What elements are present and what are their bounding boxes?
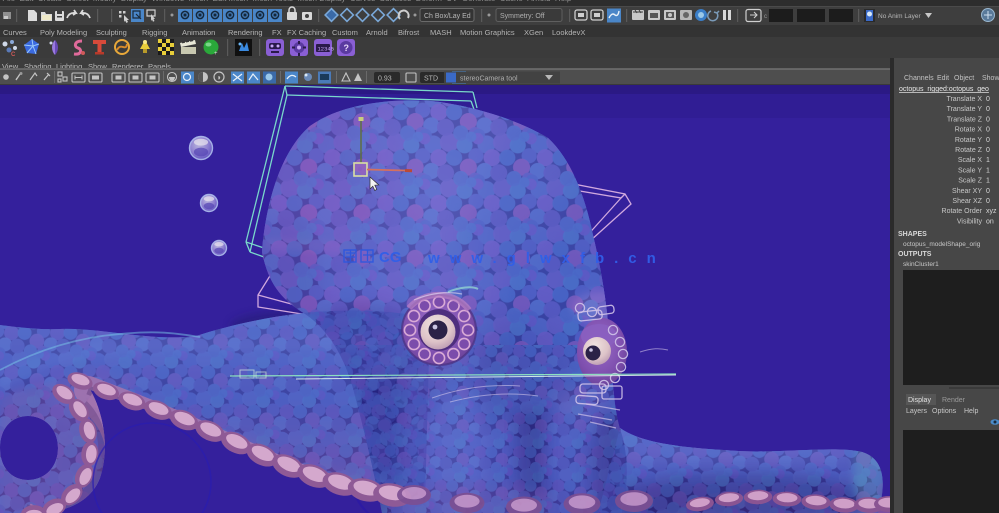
- svg-text:Animation: Animation: [182, 28, 215, 37]
- svg-text:Show: Show: [982, 75, 999, 82]
- svg-text:0: 0: [986, 106, 990, 113]
- svg-text:c: c: [764, 14, 767, 20]
- svg-text:Scale Z: Scale Z: [958, 178, 982, 185]
- svg-text:1: 1: [986, 178, 990, 185]
- svg-text:Layers: Layers: [906, 408, 928, 415]
- svg-text:octopus_rigged:octopus_geo: octopus_rigged:octopus_geo: [899, 86, 989, 93]
- svg-text:stereoCamera tool: stereoCamera tool: [460, 76, 518, 83]
- svg-text:www.glwxfb.cn: www.glwxfb.cn: [427, 250, 666, 267]
- svg-text:+: +: [214, 51, 218, 57]
- svg-text:Translate Z: Translate Z: [947, 116, 983, 123]
- svg-text:Ch Box/Lay Ed: Ch Box/Lay Ed: [424, 13, 471, 20]
- svg-text:0: 0: [986, 198, 990, 205]
- svg-text:Rigging: Rigging: [142, 28, 167, 37]
- svg-text:STD: STD: [424, 76, 438, 83]
- svg-text:0: 0: [986, 116, 990, 123]
- svg-text:12345: 12345: [318, 46, 335, 53]
- svg-text:MASH: MASH: [430, 28, 452, 37]
- svg-text:Rendering: Rendering: [228, 28, 263, 37]
- svg-text:Rotate Order: Rotate Order: [942, 208, 983, 215]
- svg-text:Translate Y: Translate Y: [947, 106, 983, 113]
- svg-text:Motion Graphics: Motion Graphics: [460, 28, 515, 37]
- svg-text:skinCluster1: skinCluster1: [903, 261, 939, 268]
- svg-text:0.93: 0.93: [378, 76, 392, 83]
- svg-text:0: 0: [986, 96, 990, 103]
- svg-text:Rotate Y: Rotate Y: [955, 137, 982, 144]
- svg-text:0: 0: [986, 137, 990, 144]
- svg-text:Symmetry: Off: Symmetry: Off: [500, 13, 545, 20]
- svg-text:octopus_modelShape_orig: octopus_modelShape_orig: [903, 241, 981, 248]
- svg-text:SHAPES: SHAPES: [898, 231, 927, 238]
- svg-text:FX: FX: [272, 28, 282, 37]
- svg-text:No Anim Layer: No Anim Layer: [878, 13, 921, 20]
- svg-text:Scale Y: Scale Y: [958, 167, 982, 174]
- svg-text:xyz: xyz: [986, 208, 997, 215]
- svg-text:Custom: Custom: [332, 28, 358, 37]
- svg-text:Rotate Z: Rotate Z: [955, 147, 983, 154]
- svg-text:Bifrost: Bifrost: [398, 28, 420, 37]
- svg-text:Poly Modeling: Poly Modeling: [40, 28, 87, 37]
- svg-text:Translate X: Translate X: [946, 96, 982, 103]
- svg-text:Options: Options: [932, 408, 957, 415]
- svg-text:Edit: Edit: [937, 75, 949, 82]
- svg-text:◑: ◑: [216, 73, 221, 82]
- svg-text:OUTPUTS: OUTPUTS: [898, 251, 932, 258]
- svg-text:Render: Render: [942, 397, 966, 404]
- svg-text:XGen: XGen: [524, 28, 543, 37]
- svg-text:Object: Object: [954, 75, 974, 82]
- svg-text:on: on: [986, 218, 994, 225]
- svg-text:?: ?: [344, 43, 350, 53]
- svg-text:Scale X: Scale X: [958, 157, 982, 164]
- svg-text:0: 0: [986, 147, 990, 154]
- svg-text:Curves: Curves: [3, 28, 27, 37]
- svg-text:0: 0: [986, 127, 990, 134]
- svg-text:Display: Display: [908, 397, 931, 404]
- svg-text:1: 1: [986, 157, 990, 164]
- svg-text:FX Caching: FX Caching: [287, 28, 326, 37]
- svg-text:CG: CG: [379, 249, 402, 266]
- svg-text:Shear XZ: Shear XZ: [952, 198, 982, 205]
- svg-text:1: 1: [986, 167, 990, 174]
- svg-text:Help: Help: [964, 408, 979, 415]
- svg-text:Visibility: Visibility: [957, 218, 983, 225]
- svg-text:Rotate X: Rotate X: [955, 127, 983, 134]
- svg-text:LookdevX: LookdevX: [552, 28, 585, 37]
- svg-text:Shear XY: Shear XY: [952, 188, 982, 195]
- svg-text:Arnold: Arnold: [366, 28, 388, 37]
- svg-text:Sculpting: Sculpting: [96, 28, 127, 37]
- svg-text:Channels: Channels: [904, 75, 934, 82]
- svg-text:0: 0: [986, 188, 990, 195]
